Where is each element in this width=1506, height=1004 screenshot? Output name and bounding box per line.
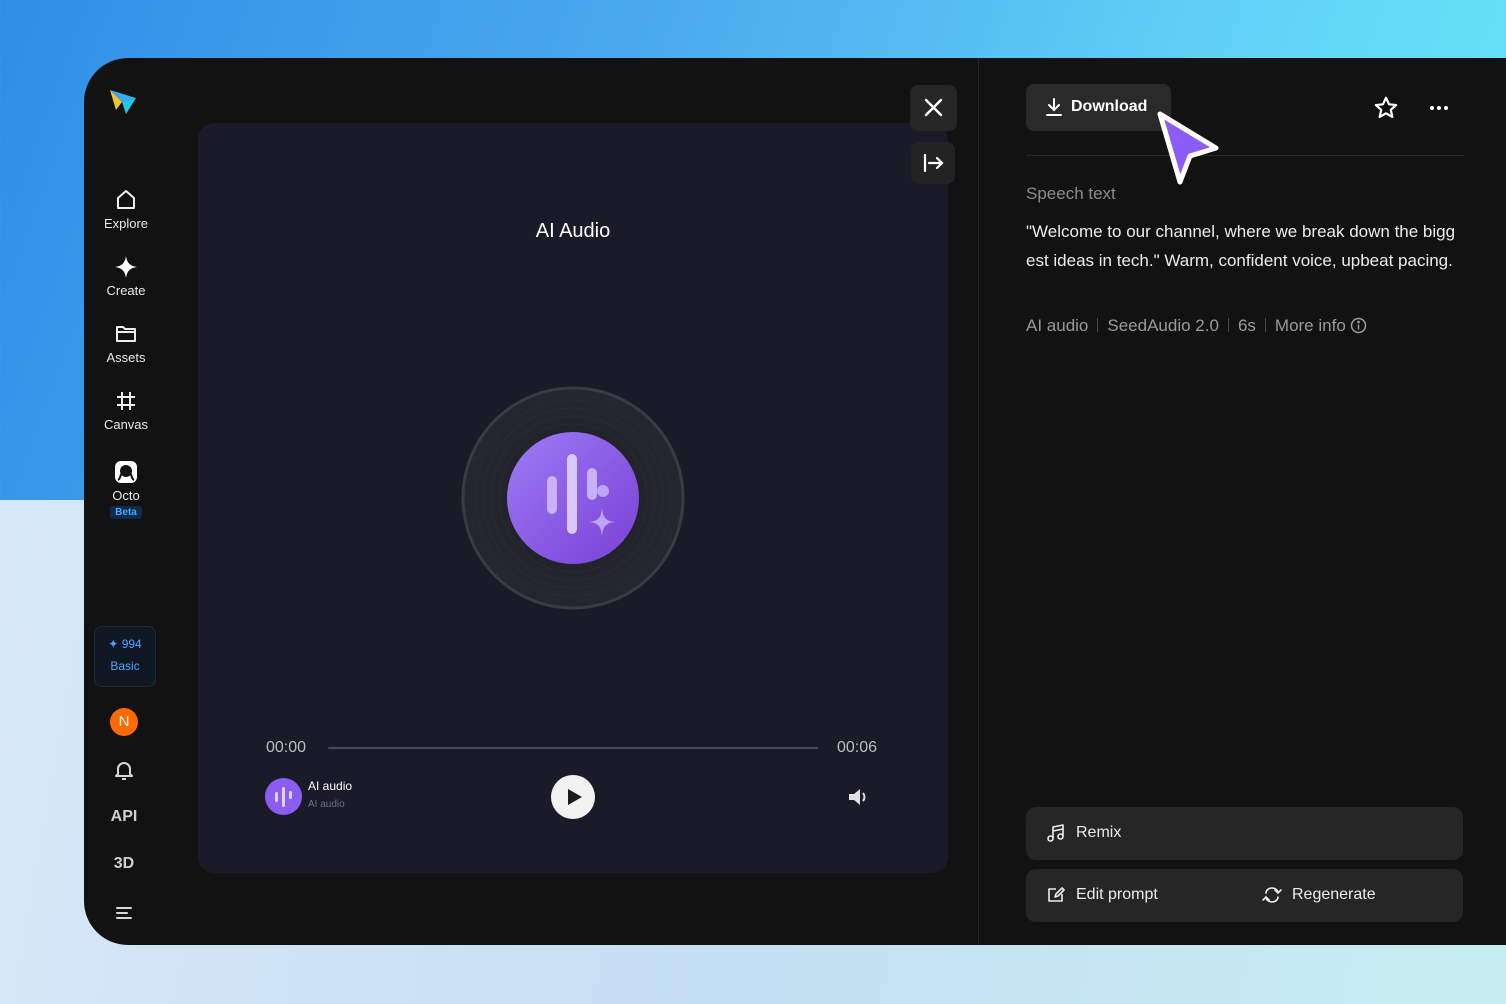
sidebar-item-label: Assets <box>106 350 146 365</box>
volume-icon[interactable] <box>847 786 871 808</box>
more-options-icon[interactable] <box>1426 95 1452 121</box>
sidebar-item-octo[interactable]: Octo Beta <box>88 460 164 519</box>
track-subtitle: AI audio <box>308 799 345 810</box>
collapse-panel-button[interactable] <box>911 142 955 184</box>
sidebar-item-label: Octo <box>112 488 140 503</box>
download-label: Download <box>1071 98 1148 115</box>
pointer-cursor-icon <box>1157 111 1219 185</box>
sidebar-item-explore[interactable]: Explore <box>88 188 164 231</box>
close-icon <box>924 98 943 117</box>
preview-title: AI Audio <box>535 220 611 242</box>
action-row: Edit prompt Regenerate <box>1026 869 1463 922</box>
meta-model: SeedAudio 2.0 <box>1107 316 1219 335</box>
edit-icon <box>1048 887 1065 902</box>
meta-duration: 6s <box>1237 316 1256 335</box>
download-icon <box>1046 98 1062 116</box>
panel-divider <box>978 58 979 945</box>
info-icon <box>1350 317 1367 334</box>
sidebar-item-label: Canvas <box>103 417 149 432</box>
music-note-icon <box>1047 824 1064 842</box>
sidebar-item-create[interactable]: Create <box>88 255 164 298</box>
sidebar-item-label: Create <box>106 283 146 298</box>
total-time: 00:06 <box>837 739 878 756</box>
home-icon <box>117 190 135 209</box>
track-title: AI audio <box>308 779 353 793</box>
sparkle-icon: ✦ <box>108 637 119 651</box>
star-icon[interactable] <box>1373 95 1399 121</box>
sidebar-item-assets[interactable]: Assets <box>88 322 164 365</box>
frame-icon <box>117 392 135 410</box>
current-time: 00:00 <box>266 739 307 756</box>
bell-icon[interactable] <box>112 758 136 782</box>
edit-prompt-button[interactable]: Edit prompt <box>1076 886 1158 904</box>
refresh-icon <box>1262 887 1282 903</box>
separator <box>1227 318 1229 332</box>
vinyl-disc-artwork <box>461 386 685 610</box>
regenerate-button[interactable]: Regenerate <box>1292 886 1376 904</box>
credits-amount: 994 <box>121 637 142 651</box>
credits-box[interactable]: ✦ 994 Basic <box>94 626 156 687</box>
sidebar-item-label: Explore <box>103 216 149 231</box>
download-button[interactable]: Download <box>1026 84 1171 131</box>
play-icon <box>568 789 582 805</box>
3d-link[interactable]: 3D <box>102 855 146 873</box>
arrow-right-bar-icon <box>923 153 944 173</box>
sidebar-item-canvas[interactable]: Canvas <box>88 389 164 432</box>
app-logo-icon <box>110 90 136 114</box>
meta-type: AI audio <box>1026 316 1089 335</box>
speech-text-content: "Welcome to our channel, where we break … <box>1026 222 1456 270</box>
header-divider <box>1026 155 1464 156</box>
more-info-label: More info <box>1274 316 1346 335</box>
separator <box>1264 318 1266 332</box>
speech-text-label: Speech text <box>1026 184 1116 203</box>
menu-icon[interactable] <box>112 901 136 925</box>
avatar[interactable]: N <box>110 708 138 736</box>
separator <box>1097 318 1099 332</box>
sidebar: Explore Create Assets Canvas Octo Beta ✦… <box>84 58 168 945</box>
metadata-row: AI audio SeedAudio 2.0 6s More info <box>1026 316 1367 336</box>
api-link[interactable]: API <box>102 808 146 826</box>
play-button[interactable] <box>551 775 595 819</box>
folder-icon <box>116 326 136 342</box>
track-thumbnail <box>265 778 302 815</box>
octo-icon <box>115 461 137 483</box>
remix-button[interactable]: Remix <box>1026 807 1463 860</box>
app-window: Explore Create Assets Canvas Octo Beta ✦… <box>84 58 1506 945</box>
remix-label: Remix <box>1076 824 1122 841</box>
more-info-link[interactable]: More info <box>1275 316 1367 335</box>
plan-label: Basic <box>110 659 140 673</box>
sparkle-icon <box>115 256 137 278</box>
progress-bar[interactable] <box>328 747 818 749</box>
beta-badge: Beta <box>110 506 142 519</box>
audio-preview-panel: AI Audio 00:00 00:06 AI audio AI audio <box>198 123 948 873</box>
close-button[interactable] <box>910 85 957 131</box>
